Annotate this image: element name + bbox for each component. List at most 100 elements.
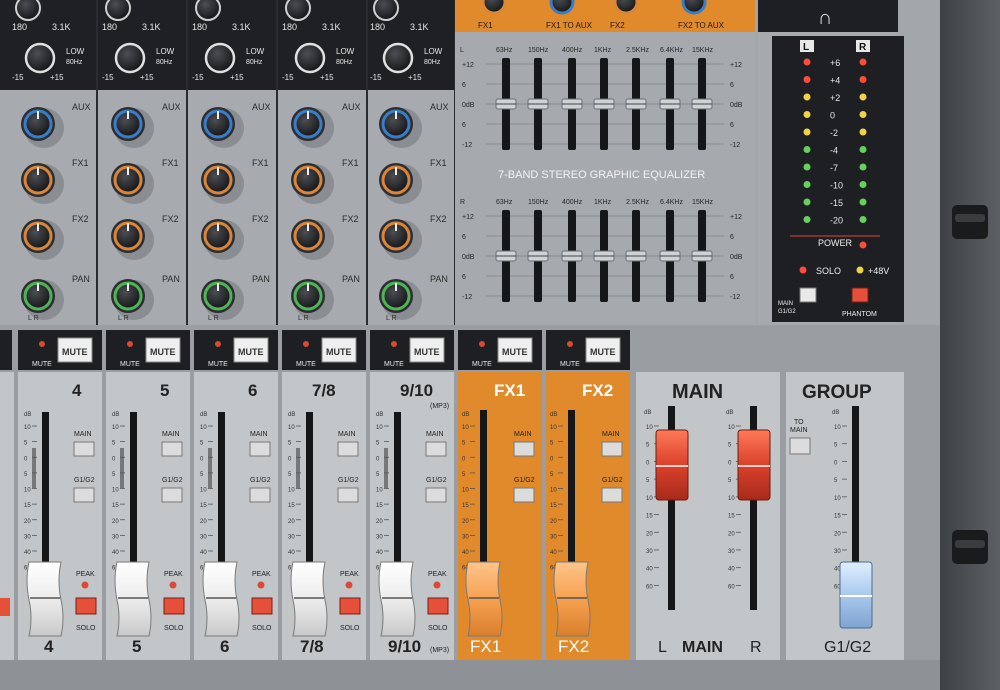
main-assign-button[interactable] [249,441,271,457]
fx-fader-cap[interactable] [465,561,503,637]
main-assign-button[interactable] [73,441,95,457]
main-bottom-l: L [658,639,667,656]
meter-led-left [803,93,811,101]
eq-band-label: 400Hz [562,199,583,206]
low-label: LOW [336,47,355,56]
fader-scale-label: 10 [646,496,653,502]
partial-solo-button[interactable] [0,598,10,616]
fader-scale-label: 10 [550,488,557,494]
scale-label: +15 [230,73,244,82]
group-assign-button[interactable] [337,487,359,503]
solo-button[interactable] [427,597,449,615]
freq-label: 180 [102,22,117,32]
scale-label: +15 [50,73,64,82]
mute-led [215,341,221,347]
main-assign-button[interactable] [161,441,183,457]
peak-led [81,581,89,589]
knob-label: FX1 [342,158,359,168]
meter-led-left [803,128,811,136]
low-eq-knob[interactable] [204,42,236,74]
group-assign-button[interactable] [73,487,95,503]
eq-scale-label: +12 [462,62,474,69]
main-assign-label: MAIN [602,431,620,438]
mid-freq-knob[interactable] [15,0,41,21]
fader-hatch [208,448,212,488]
mute-led [303,341,309,347]
channel-sub-label: (MP3) [430,403,449,410]
fx-send-knob[interactable] [681,0,707,15]
group-assign-label: G1/G2 [74,477,95,484]
knob-label: AUX [430,102,449,112]
fx-send-knob[interactable] [481,0,507,15]
knob-label: AUX [72,102,91,112]
fader-scale-label: 40 [550,550,557,556]
fx-send-label: FX1 TO AUX [546,21,593,30]
mute-led-label: MUTE [32,361,52,368]
solo-button[interactable] [163,597,185,615]
db-label: dB [832,410,839,416]
channel-bottom-number: 9/10 [388,637,421,656]
knob-label: FX2 [342,214,359,224]
channel-fader-cap[interactable] [202,561,240,637]
low-eq-knob[interactable] [382,42,414,74]
main-assign-button[interactable] [337,441,359,457]
fader-scale-label: 10 [462,425,469,431]
main-bottom-main: MAIN [682,639,723,656]
fader-scale-label: 10 [646,425,653,431]
main-assign-button[interactable] [425,441,447,457]
mid-freq-knob[interactable] [195,0,221,21]
to-main-button[interactable] [789,437,811,455]
fader-scale-label: 10 [728,425,735,431]
solo-button[interactable] [339,597,361,615]
fx-send-label: FX1 [478,21,493,30]
main-assign-button[interactable] [601,441,623,457]
channel-fader-cap[interactable] [26,561,64,637]
eq-scale-label: 0dB [730,102,743,109]
channel-fader-cap[interactable] [290,561,328,637]
group-assign-button[interactable] [425,487,447,503]
knob-label: FX1 [430,158,447,168]
pan-lr-label: L R [118,315,129,322]
fx-fader-cap[interactable] [553,561,591,637]
group-assign-button[interactable] [161,487,183,503]
solo-button[interactable] [251,597,273,615]
freq-label: 3.1K [232,22,251,32]
eq-side-label: R [460,199,465,206]
phantom-switch[interactable] [851,287,869,303]
eq-band-label: 6.4KHz [660,47,683,54]
group-assign-button[interactable] [601,487,623,503]
mid-freq-knob[interactable] [285,0,311,21]
db-label: dB [550,412,557,418]
meter-led-left [803,111,811,118]
low-eq-knob[interactable] [24,42,56,74]
group-assign-button[interactable] [513,487,535,503]
group-assign-label: G1/G2 [426,477,447,484]
group-assign-button[interactable] [249,487,271,503]
group-bottom-label: G1/G2 [824,639,871,656]
fx-send-knob[interactable] [613,0,639,15]
channel-fader-cap[interactable] [114,561,152,637]
channel-fader-cap[interactable] [378,561,416,637]
fx-send-knob[interactable] [549,0,575,15]
mid-freq-knob[interactable] [373,0,399,21]
knob-label: FX2 [72,214,89,224]
meter-step-label: 0 [830,111,835,121]
solo-button[interactable] [75,597,97,615]
low-eq-knob[interactable] [294,42,326,74]
group-assign-label: G1/G2 [250,477,271,484]
fader-scale-label: 15 [24,503,31,509]
fader-scale-label: 40 [288,550,295,556]
solo-label: SOLO [76,625,96,632]
to-main-label: MAIN [790,427,808,434]
main-strip [636,372,780,660]
main-switch-label: G1/G2 [778,309,796,315]
low-eq-knob[interactable] [114,42,146,74]
mid-freq-knob[interactable] [105,0,131,21]
eq-scale-label: 0dB [730,254,743,261]
mute-led [127,341,133,347]
mute-led-label: MUTE [384,361,404,368]
main-assign-button[interactable] [513,441,535,457]
main-g1g2-switch[interactable] [799,287,817,303]
scale-label: -15 [370,73,382,82]
db-label: dB [462,412,469,418]
